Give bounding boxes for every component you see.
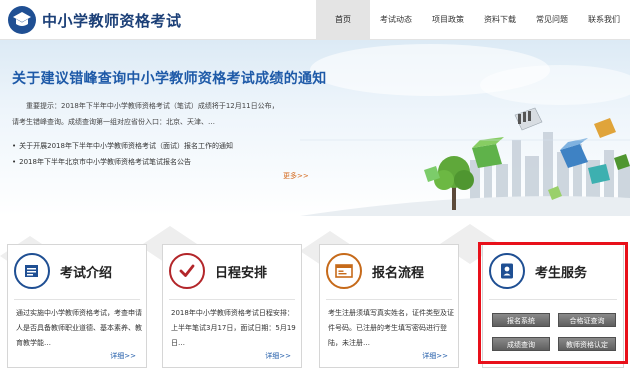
card-title[interactable]: 考试介绍 [60, 262, 112, 281]
banner-more-link[interactable]: 更多>> [283, 171, 309, 181]
banner-tip: 重要提示：2018年下半年中小学教师资格考试（笔试）成绩将于12月11日公布， … [12, 98, 312, 130]
nav-faq[interactable]: 常见问题 [526, 0, 578, 40]
nav-policy[interactable]: 项目政策 [422, 0, 474, 40]
site-header: 中小学教师资格考试 首页 考试动态 项目政策 资料下载 常见问题 联系我们 [0, 0, 630, 40]
document-icon [14, 253, 50, 289]
card-title[interactable]: 日程安排 [215, 262, 267, 281]
checkmark-icon [169, 253, 205, 289]
nav-downloads[interactable]: 资料下载 [474, 0, 526, 40]
banner-link[interactable]: 关于开展2018年下半年中小学教师资格考试（面试）报名工作的通知 [12, 138, 233, 154]
banner-links: 关于开展2018年下半年中小学教师资格考试（面试）报名工作的通知 2018年下半… [12, 138, 233, 170]
banner-link[interactable]: 2018年下半年北京市中小学教师资格考试笔试报名公告 [12, 154, 233, 170]
banner: 关于建议错峰查询中小学教师资格考试成绩的通知 重要提示：2018年下半年中小学教… [0, 40, 630, 216]
banner-headline[interactable]: 关于建议错峰查询中小学教师资格考试成绩的通知 [12, 68, 327, 88]
form-icon [326, 253, 362, 289]
highlight-box [478, 242, 628, 364]
divider [169, 299, 295, 300]
card-text: 通过实施中小学教师资格考试，考查申请人是否具备教师职业道德、基本素养、教育教学能… [16, 309, 142, 347]
details-link[interactable]: 详细>> [422, 351, 448, 361]
site-title[interactable]: 中小学教师资格考试 [42, 10, 182, 31]
nav-home[interactable]: 首页 [316, 0, 370, 40]
card-registration: 报名流程 考生注册须填写真实姓名，证件类型及证件号码。已注册的考生填写密码进行登… [319, 244, 459, 368]
nav-exam-news[interactable]: 考试动态 [370, 0, 422, 40]
logo-icon[interactable] [8, 6, 36, 34]
details-link[interactable]: 详细>> [110, 351, 136, 361]
card-text: 2018年中小学教师资格考试日程安排：上半年笔试3月17日，面试日期：5月19日… [171, 309, 296, 347]
details-link[interactable]: 详细>> [265, 351, 291, 361]
card-schedule: 日程安排 2018年中小学教师资格考试日程安排：上半年笔试3月17日，面试日期：… [162, 244, 302, 368]
card-exam-intro: 考试介绍 通过实施中小学教师资格考试，考查申请人是否具备教师职业道德、基本素养、… [7, 244, 147, 368]
divider [14, 299, 140, 300]
divider [326, 299, 452, 300]
card-title[interactable]: 报名流程 [372, 262, 424, 281]
main-nav: 首页 考试动态 项目政策 资料下载 常见问题 联系我们 [316, 0, 630, 40]
banner-tip-line2: 请考生错峰查询。成绩查询第一组对应省份入口：北京、天津、… [12, 118, 215, 126]
card-text: 考生注册须填写真实姓名，证件类型及证件号码。已注册的考生填写密码进行登陆，未注册… [328, 309, 454, 347]
nav-contact[interactable]: 联系我们 [578, 0, 630, 40]
banner-tip-line1: 重要提示：2018年下半年中小学教师资格考试（笔试）成绩将于12月11日公布， [26, 102, 279, 110]
